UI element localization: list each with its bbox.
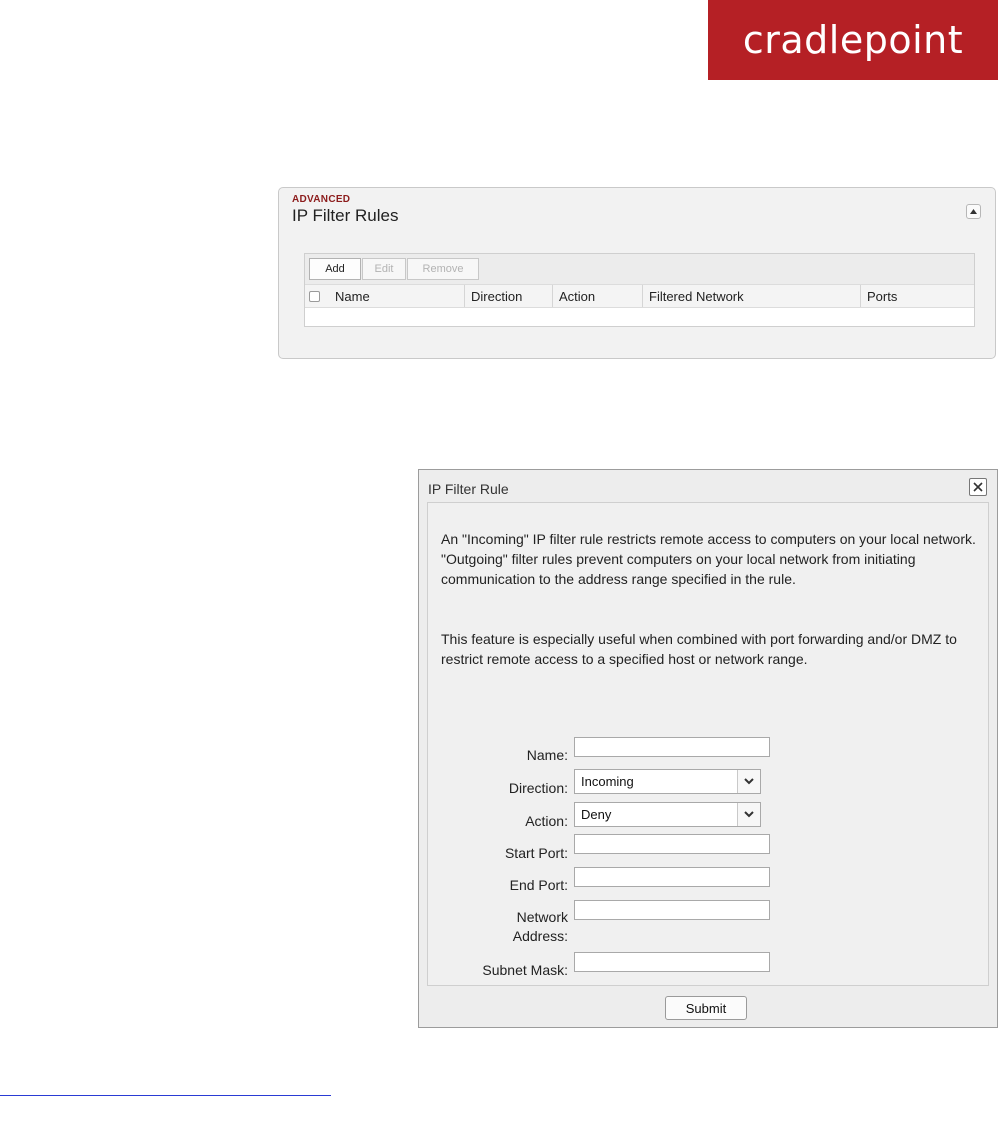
direction-selected-value: Incoming: [581, 774, 634, 789]
grid-header: Name Direction Action Filtered Network P…: [305, 284, 974, 308]
ip-filter-rules-panel: ADVANCED IP Filter Rules Add Edit Remove…: [278, 187, 996, 359]
column-header-name[interactable]: Name: [329, 285, 465, 307]
submit-button[interactable]: Submit: [665, 996, 747, 1020]
start-port-label: Start Port:: [504, 845, 568, 861]
footer-link-underline[interactable]: [0, 1095, 331, 1096]
action-selected-value: Deny: [581, 807, 612, 822]
subnet-mask-input[interactable]: [574, 952, 770, 972]
chevron-down-icon: [744, 811, 754, 818]
end-port-label: End Port:: [509, 877, 568, 893]
column-header-action[interactable]: Action: [553, 285, 643, 307]
direction-label: Direction:: [508, 780, 568, 796]
direction-dropdown-arrow[interactable]: [737, 770, 760, 793]
dialog-title: IP Filter Rule: [428, 481, 509, 497]
description-incoming-outgoing: An "Incoming" IP filter rule restricts r…: [441, 531, 976, 587]
panel-pretitle: ADVANCED: [292, 194, 351, 205]
logo-text: cradlepoint: [742, 18, 964, 62]
grid-toolbar: Add Edit Remove: [309, 258, 480, 280]
ip-filter-rule-dialog: IP Filter Rule An "Incoming" IP filter r…: [418, 469, 998, 1028]
name-label: Name:: [526, 747, 568, 763]
remove-button[interactable]: Remove: [407, 258, 479, 280]
dialog-close-button[interactable]: [969, 478, 987, 496]
add-button[interactable]: Add: [309, 258, 361, 280]
direction-select[interactable]: Incoming: [574, 769, 761, 794]
name-input[interactable]: [574, 737, 770, 757]
network-address-label-line1: Network: [516, 909, 568, 925]
caret-up-icon: [970, 209, 977, 214]
action-select[interactable]: Deny: [574, 802, 761, 827]
column-header-filtered-network[interactable]: Filtered Network: [643, 285, 861, 307]
close-icon: [973, 482, 983, 492]
end-port-input[interactable]: [574, 867, 770, 887]
chevron-down-icon: [744, 778, 754, 785]
network-address-input[interactable]: [574, 900, 770, 920]
grid-body-empty: [305, 308, 974, 326]
collapse-button[interactable]: [966, 204, 981, 219]
start-port-input[interactable]: [574, 834, 770, 854]
action-label: Action:: [525, 813, 568, 829]
edit-button[interactable]: Edit: [362, 258, 406, 280]
column-header-direction[interactable]: Direction: [465, 285, 553, 307]
dialog-body: An "Incoming" IP filter rule restricts r…: [427, 502, 989, 986]
description-usage: This feature is especially useful when c…: [441, 631, 957, 667]
rules-grid: Add Edit Remove Name Direction Action Fi…: [304, 253, 975, 327]
cradlepoint-logo: cradlepoint: [708, 0, 998, 80]
action-dropdown-arrow[interactable]: [737, 803, 760, 826]
panel-title: IP Filter Rules: [292, 206, 399, 225]
subnet-mask-label: Subnet Mask:: [482, 962, 568, 978]
select-all-cell: [305, 285, 329, 307]
network-address-label-line2: Address:: [512, 928, 568, 944]
select-all-checkbox[interactable]: [309, 290, 320, 302]
column-header-ports[interactable]: Ports: [861, 285, 974, 307]
